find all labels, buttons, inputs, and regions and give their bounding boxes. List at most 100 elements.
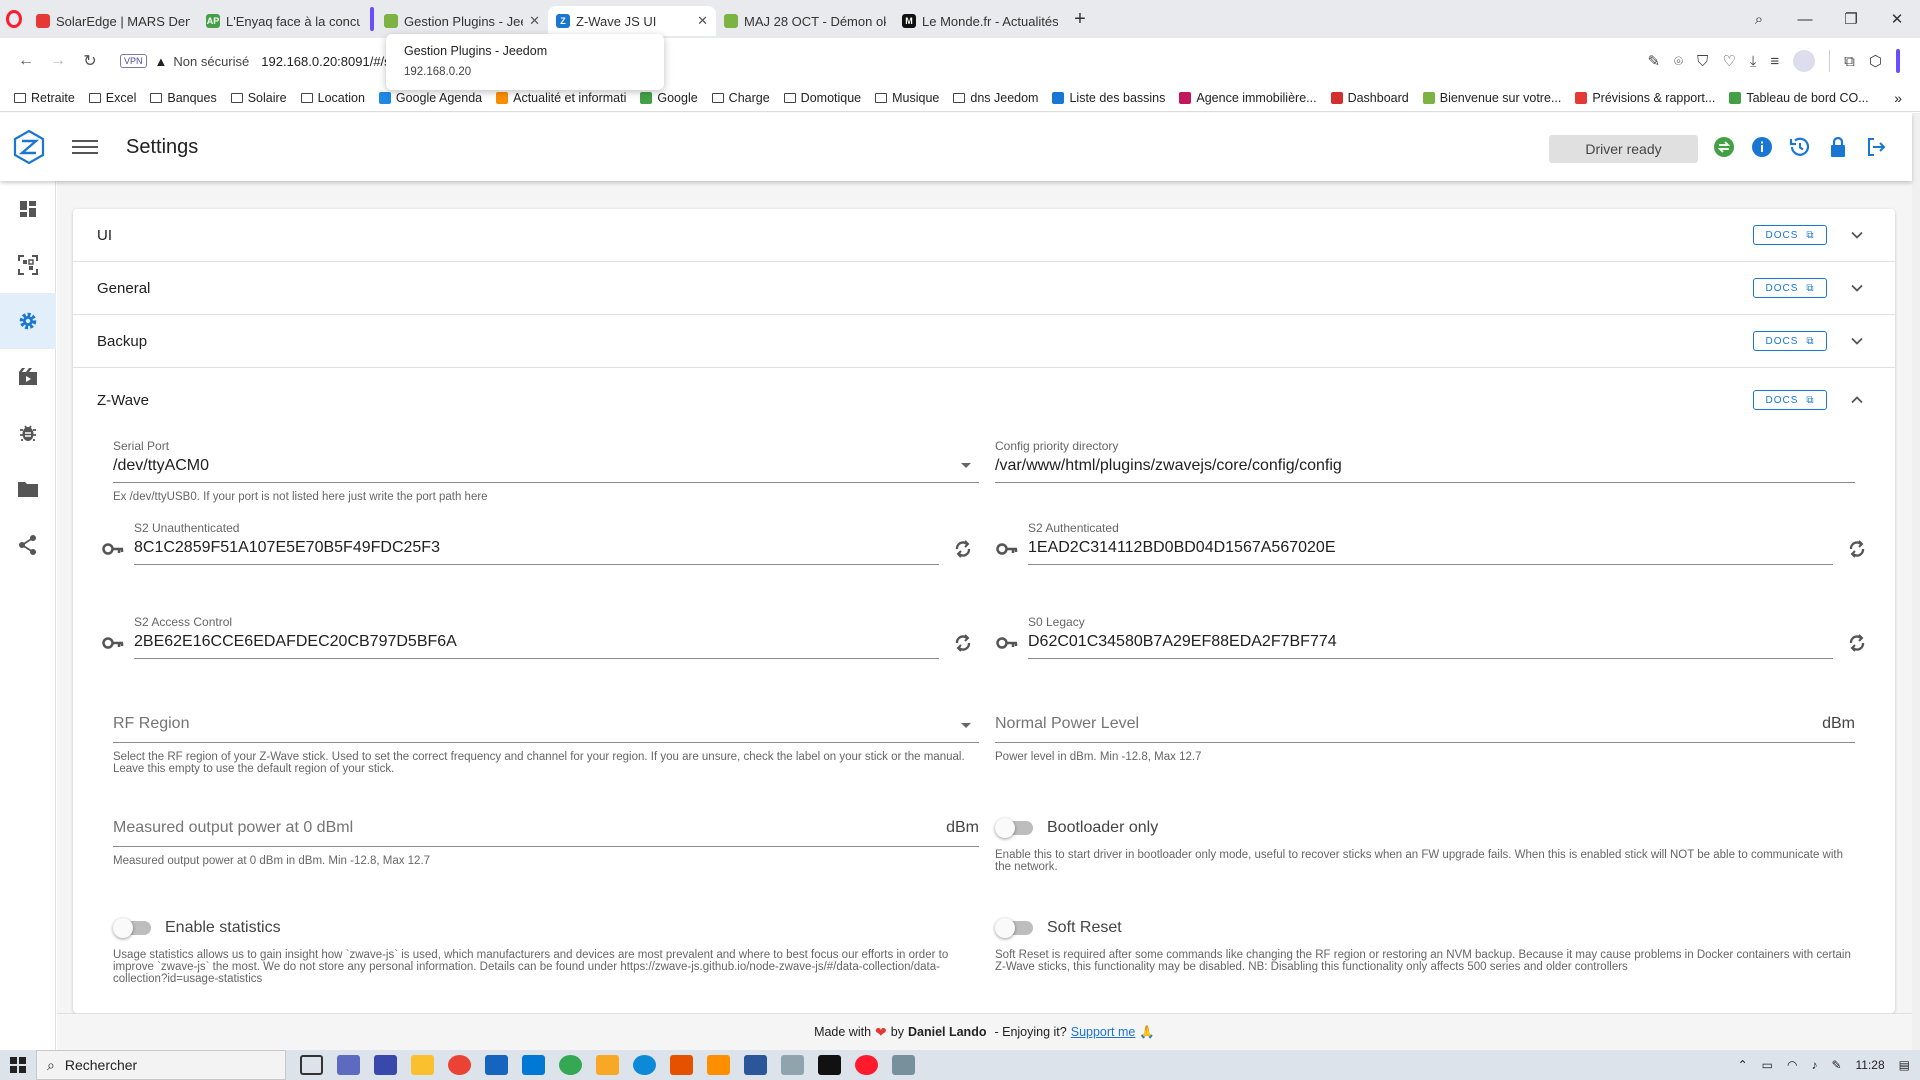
regenerate-key-icon[interactable] (1847, 633, 1867, 653)
bookmark-item[interactable]: Charge (711, 91, 770, 105)
app-icon[interactable] (374, 1055, 397, 1075)
config-dir-value[interactable]: /var/www/html/plugins/zwavejs/core/confi… (995, 457, 1855, 479)
normal-power-level-field[interactable]: Normal Power Level dBm Power level in dB… (995, 715, 1855, 763)
bookmark-item[interactable]: Dashboard (1330, 91, 1409, 105)
edit-icon[interactable]: ✎ (1647, 52, 1660, 70)
s2-access-control-field[interactable]: S2 Access Control 2BE62E16CCE6EDAFDEC20C… (134, 615, 939, 659)
regenerate-key-icon[interactable] (1847, 539, 1867, 559)
sidebar-item-scenes[interactable] (0, 349, 56, 405)
soft-reset-toggle[interactable]: Soft Reset (995, 918, 1122, 938)
toggle-switch[interactable] (113, 918, 151, 938)
dropdown-arrow-icon[interactable] (961, 463, 971, 468)
serial-port-select[interactable]: Serial Port /dev/ttyACM0 Ex /dev/ttyUSB0… (113, 439, 979, 503)
app-icon[interactable] (892, 1055, 915, 1075)
camera-icon[interactable]: ⌾ (1674, 53, 1683, 70)
driver-status-chip[interactable]: Driver ready (1549, 135, 1698, 163)
sidebar-item-settings[interactable] (0, 293, 56, 349)
bookmark-item[interactable]: Actualité et informati (496, 91, 626, 105)
bookmark-item[interactable]: Google Agenda (378, 91, 482, 105)
tab-le-monde[interactable]: M Le Monde.fr - Actualités et (894, 6, 1066, 36)
panel-header-general[interactable]: General DOCS ⧉ (73, 262, 1895, 315)
pen-icon[interactable]: ✎ (1831, 1058, 1841, 1072)
measured-power-placeholder[interactable]: Measured output power at 0 dBml (113, 819, 979, 843)
bookmark-item[interactable]: Domotique (783, 91, 861, 105)
extension-icon[interactable]: ⧉ (1844, 53, 1855, 70)
battery-icon[interactable]: ▭ (1762, 1058, 1773, 1072)
enable-statistics-toggle[interactable]: Enable statistics (113, 918, 281, 938)
chevron-up-icon[interactable] (1849, 392, 1865, 408)
task-view-icon[interactable] (300, 1055, 323, 1075)
chevron-down-icon[interactable] (1849, 227, 1865, 243)
serial-port-value[interactable]: /dev/ttyACM0 (113, 457, 979, 479)
bookmark-item[interactable]: Location (300, 91, 365, 105)
menu-icon[interactable]: ≡ (1770, 53, 1779, 70)
sidebar-item-store[interactable] (0, 461, 56, 517)
heart-icon[interactable]: ♡ (1722, 52, 1735, 70)
close-window-icon[interactable]: ✕ (1874, 10, 1920, 28)
taskbar-search[interactable]: ⌕ Rechercher (36, 1050, 286, 1080)
s2-authenticated-field[interactable]: S2 Authenticated 1EAD2C314112BD0BD04D156… (1028, 521, 1833, 565)
s2-unauthenticated-field[interactable]: S2 Unauthenticated 8C1C2859F51A107E5E70B… (134, 521, 939, 565)
opera-logo-icon[interactable] (0, 0, 28, 38)
s2-authenticated-value[interactable]: 1EAD2C314112BD0BD04D1567A567020E (1028, 539, 1833, 561)
calculator-icon[interactable] (337, 1055, 360, 1075)
file-explorer-icon[interactable] (411, 1055, 434, 1075)
sidebar-item-smart-start[interactable] (0, 237, 56, 293)
new-tab-button[interactable]: + (1066, 8, 1094, 31)
bookmark-item[interactable]: Tableau de bord CO... (1729, 91, 1869, 105)
bookmark-item[interactable]: dns Jeedom (953, 91, 1038, 105)
page-scrollbar[interactable] (1912, 113, 1920, 1050)
s0-legacy-value[interactable]: D62C01C34580B7A29EF88EDA2F7BF774 (1028, 633, 1833, 655)
sidebar-item-control-panel[interactable] (0, 181, 56, 237)
rf-region-placeholder[interactable]: RF Region (113, 715, 979, 739)
docs-button[interactable]: DOCS ⧉ (1753, 278, 1827, 298)
menu-toggle-icon[interactable] (72, 136, 98, 158)
bookmark-item[interactable]: Excel (88, 91, 136, 105)
panel-header-ui[interactable]: UI DOCS ⧉ (73, 209, 1895, 262)
history-icon[interactable] (1788, 135, 1812, 159)
clock[interactable]: 11:28 (1856, 1058, 1885, 1072)
search-tabs-icon[interactable]: ⌕ (1736, 11, 1782, 28)
chrome-icon[interactable] (559, 1055, 582, 1075)
tab-maj-28-oct[interactable]: MAJ 28 OCT - Démon ok (716, 6, 894, 36)
tab-enyaq[interactable]: AP L'Enyaq face à la concurrence (198, 6, 368, 36)
url-field[interactable]: 192.168.0.20:8091/#/se (261, 54, 398, 69)
regenerate-key-icon[interactable] (953, 539, 973, 559)
word-icon[interactable] (744, 1055, 767, 1075)
minimize-icon[interactable]: — (1782, 11, 1828, 28)
chevron-down-icon[interactable] (1849, 280, 1865, 296)
info-icon[interactable] (1750, 135, 1774, 159)
bookmark-item[interactable]: Agence immobilière... (1179, 91, 1317, 105)
app-icon[interactable] (781, 1055, 804, 1075)
s0-legacy-field[interactable]: S0 Legacy D62C01C34580B7A29EF88EDA2F7BF7… (1028, 615, 1833, 659)
reload-icon[interactable]: ↻ (74, 51, 106, 71)
s2-access-control-value[interactable]: 2BE62E16CCE6EDAFDEC20CB797D5BF6A (134, 633, 939, 655)
rf-region-select[interactable]: RF Region Select the RF region of your Z… (113, 715, 979, 775)
forward-icon[interactable]: → (42, 52, 74, 70)
app-icon[interactable] (596, 1055, 619, 1075)
media-player-icon[interactable] (707, 1055, 730, 1075)
close-tab-icon[interactable]: ✕ (697, 13, 708, 29)
zwave-logo-icon[interactable] (0, 113, 58, 181)
bookmark-item[interactable]: Banques (150, 91, 217, 105)
vpn-badge[interactable]: VPN (120, 54, 147, 68)
insecure-label[interactable]: Non sécurisé (173, 54, 249, 69)
outlook-icon[interactable] (522, 1055, 545, 1075)
edge-icon[interactable] (633, 1055, 656, 1075)
toggle-switch[interactable] (995, 918, 1033, 938)
bookmark-item[interactable]: Musique (875, 91, 939, 105)
mail-icon[interactable] (485, 1055, 508, 1075)
logout-icon[interactable] (1864, 135, 1888, 159)
chevron-down-icon[interactable] (1849, 333, 1865, 349)
opera-icon[interactable] (855, 1055, 878, 1075)
sync-status-icon[interactable] (1712, 135, 1736, 159)
tab-solaredge[interactable]: SolarEdge | MARS Denis (28, 6, 198, 36)
chart-app-icon[interactable] (670, 1055, 693, 1075)
support-link[interactable]: Support me (1071, 1025, 1136, 1039)
bookmark-item[interactable]: Prévisions & rapport... (1575, 91, 1715, 105)
docs-button[interactable]: DOCS ⧉ (1753, 225, 1827, 245)
panel-header-backup[interactable]: Backup DOCS ⧉ (73, 315, 1895, 368)
cube-icon[interactable]: ⬡ (1869, 52, 1882, 70)
bookmark-item[interactable]: Google (640, 91, 698, 105)
back-icon[interactable]: ← (10, 52, 42, 70)
